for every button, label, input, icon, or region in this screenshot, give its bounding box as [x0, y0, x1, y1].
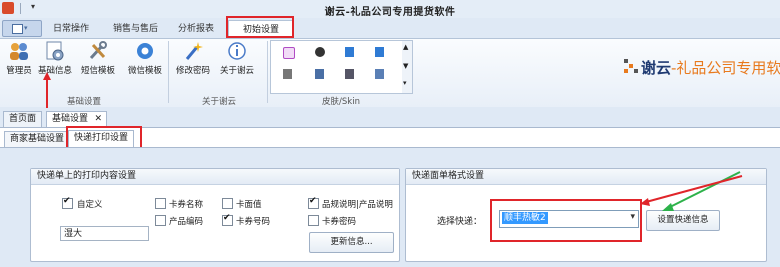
- green-arrow: [667, 171, 741, 209]
- annotation-arrows: [43, 72, 743, 211]
- red-arrow-head: [640, 198, 650, 206]
- red-arrow: [645, 175, 743, 203]
- green-arrow-head: [662, 203, 674, 211]
- red-arrow-head: [43, 72, 51, 80]
